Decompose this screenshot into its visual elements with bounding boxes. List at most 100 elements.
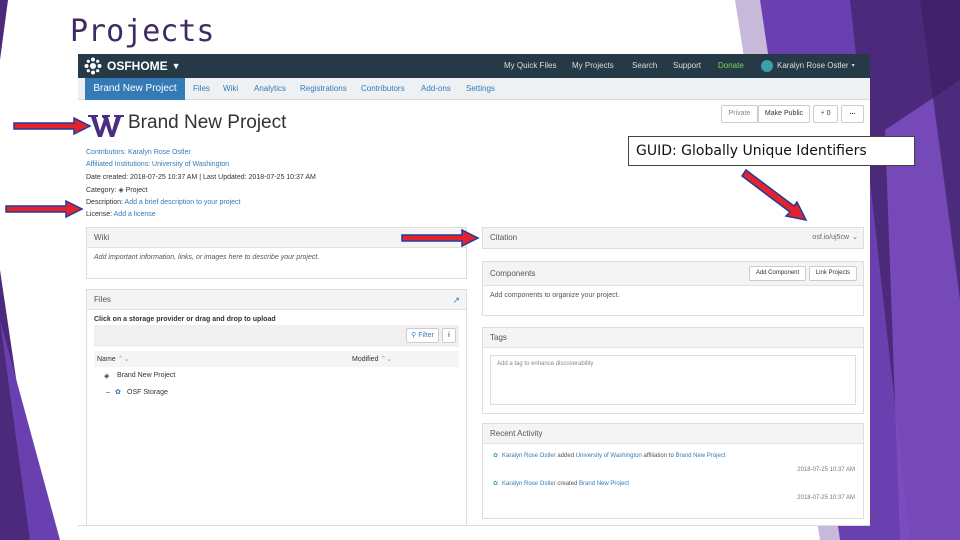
nav-my-projects[interactable]: My Projects bbox=[572, 54, 614, 78]
user-name: Karalyn Rose Ostler bbox=[777, 61, 849, 70]
components-panel: Components Add Component Link Projects A… bbox=[482, 261, 864, 316]
file-row-label: OSF Storage bbox=[127, 389, 168, 396]
activity-text: Karalyn Rose Ostler added University of … bbox=[502, 453, 726, 459]
uw-logo-icon bbox=[88, 115, 124, 137]
arrow-to-citation-icon bbox=[401, 229, 480, 247]
user-menu[interactable]: Karalyn Rose Ostler ▾ bbox=[761, 54, 855, 78]
activity-object-link[interactable]: Brand New Project bbox=[579, 481, 629, 487]
category-label: Category: bbox=[86, 187, 117, 194]
file-row[interactable]: – ✿ OSF Storage bbox=[94, 384, 459, 401]
category-value: Project bbox=[125, 187, 148, 194]
nav-search[interactable]: Search bbox=[632, 54, 657, 78]
files-table-header: Name ⌃⌄ Modified ⌃⌄ bbox=[94, 351, 459, 367]
tab-settings[interactable]: Settings bbox=[466, 78, 495, 100]
avatar bbox=[761, 60, 773, 72]
private-button[interactable]: Private bbox=[721, 105, 758, 123]
cube-icon: ◈ bbox=[104, 373, 110, 380]
filter-button[interactable]: ⚲ Filter bbox=[406, 328, 439, 343]
institutions-line: Affiliated Institutions: University of W… bbox=[86, 161, 229, 168]
citation-title: Citation bbox=[490, 233, 518, 242]
license-label: License: bbox=[86, 211, 113, 218]
top-navbar: OSFHOME ▼ My Quick Files My Projects Sea… bbox=[78, 54, 870, 78]
external-link-icon[interactable]: ↗ bbox=[452, 290, 460, 310]
license-line: License: Add a license bbox=[86, 211, 156, 218]
link-projects-button[interactable]: Link Projects bbox=[809, 266, 857, 281]
sort-icon: ⌃⌄ bbox=[380, 356, 393, 363]
tab-contributors[interactable]: Contributors bbox=[361, 78, 405, 100]
more-options-button[interactable]: ... bbox=[841, 105, 864, 123]
osf-home-logo[interactable]: OSFHOME ▼ bbox=[84, 57, 181, 75]
tab-wiki[interactable]: Wiki bbox=[223, 78, 238, 100]
tab-project-home[interactable]: Brand New Project bbox=[85, 78, 185, 100]
arrow-to-guid-icon bbox=[740, 168, 808, 222]
tab-files[interactable]: Files bbox=[193, 78, 210, 100]
file-row-label: Brand New Project bbox=[117, 372, 176, 379]
caret-down-icon: ▾ bbox=[851, 63, 855, 69]
description-label: Description: bbox=[86, 199, 123, 206]
dates-line: Date created: 2018-07-25 10:37 AM | Last… bbox=[86, 174, 316, 181]
tab-analytics[interactable]: Analytics bbox=[254, 78, 286, 100]
activity-item: ✿ Karalyn Rose Ostler added University o… bbox=[483, 444, 863, 480]
avatar-icon: ✿ bbox=[493, 453, 499, 459]
project-title: Brand New Project bbox=[128, 112, 287, 133]
institution-link[interactable]: University of Washington bbox=[152, 161, 229, 168]
files-toolbar: ⚲ Filter i bbox=[94, 325, 459, 347]
tab-addons[interactable]: Add-ons bbox=[421, 78, 451, 100]
tags-title: Tags bbox=[483, 328, 863, 348]
tags-panel: Tags Add a tag to enhance discoverabilit… bbox=[482, 327, 864, 414]
contributor-link[interactable]: Karalyn Rose Ostler bbox=[128, 149, 191, 156]
wiki-panel-body[interactable]: Add important information, links, or ima… bbox=[87, 248, 466, 267]
files-panel-header: Files ↗ bbox=[87, 290, 466, 310]
arrow-to-title-icon bbox=[13, 117, 92, 135]
citation-link[interactable]: osf.io/uj5cw bbox=[812, 228, 849, 248]
institutions-label: Affiliated Institutions: bbox=[86, 161, 151, 168]
guid-annotation: GUID: Globally Unique Identifiers bbox=[628, 136, 915, 166]
file-row[interactable]: ◈ Brand New Project bbox=[94, 367, 459, 384]
sort-icon: ⌃⌄ bbox=[117, 356, 130, 363]
nav-support[interactable]: Support bbox=[673, 54, 701, 78]
info-button[interactable]: i bbox=[442, 328, 456, 343]
contributors-label: Contributors: bbox=[86, 149, 127, 156]
activity-time: 2018-07-25 10:37 AM bbox=[797, 467, 855, 473]
files-upload-hint: Click on a storage provider or drag and … bbox=[94, 316, 276, 323]
files-panel: Files ↗ Click on a storage provider or d… bbox=[86, 289, 467, 525]
license-edit-link[interactable]: Add a license bbox=[114, 211, 156, 218]
activity-title: Recent Activity bbox=[483, 424, 863, 444]
category-line: Category: ◈ Project bbox=[86, 186, 147, 194]
activity-text: Karalyn Rose Ostler created Brand New Pr… bbox=[502, 481, 630, 487]
avatar-icon: ✿ bbox=[493, 481, 499, 487]
brand-name: OSFHOME bbox=[107, 59, 168, 73]
project-subnav: Brand New Project Files Wiki Analytics R… bbox=[78, 78, 870, 100]
col-name[interactable]: Name ⌃⌄ bbox=[97, 355, 129, 363]
arrow-to-metadata-icon bbox=[5, 200, 84, 218]
caret-down-icon[interactable]: ▼ bbox=[172, 61, 181, 71]
activity-time: 2018-07-25 10:37 AM bbox=[797, 495, 855, 501]
cube-icon: ◈ bbox=[118, 187, 124, 194]
nav-my-quick-files[interactable]: My Quick Files bbox=[504, 54, 556, 78]
citation-panel[interactable]: Citation osf.io/uj5cw ⌄ bbox=[482, 227, 864, 249]
tags-input[interactable]: Add a tag to enhance discoverability bbox=[490, 355, 856, 405]
add-component-button[interactable]: Add Component bbox=[749, 266, 806, 281]
collapse-icon[interactable]: – bbox=[106, 389, 110, 396]
col-modified[interactable]: Modified ⌃⌄ bbox=[352, 355, 392, 363]
activity-actor-link[interactable]: Karalyn Rose Ostler bbox=[502, 453, 556, 459]
osf-logo-icon bbox=[84, 57, 102, 75]
files-panel-title: Files bbox=[94, 295, 111, 304]
chevron-down-icon[interactable]: ⌄ bbox=[852, 228, 858, 248]
description-edit-link[interactable]: Add a brief description to your project bbox=[125, 199, 241, 206]
activity-panel: Recent Activity ✿ Karalyn Rose Ostler ad… bbox=[482, 423, 864, 519]
slide: Projects OSFHOME ▼ My Quick Files My Pro… bbox=[0, 0, 960, 540]
activity-object-link[interactable]: University of Washington bbox=[576, 453, 642, 459]
make-public-button[interactable]: Make Public bbox=[758, 105, 810, 123]
components-body: Add components to organize your project. bbox=[490, 292, 620, 299]
nav-donate[interactable]: Donate bbox=[718, 54, 744, 78]
activity-object-link[interactable]: Brand New Project bbox=[675, 453, 725, 459]
fork-button[interactable]: ⑂ 0 bbox=[813, 105, 838, 123]
contributors-line: Contributors: Karalyn Rose Ostler bbox=[86, 149, 191, 156]
components-title: Components bbox=[490, 269, 536, 278]
storage-icon: ✿ bbox=[115, 389, 121, 396]
fork-count: 0 bbox=[826, 110, 831, 117]
tab-registrations[interactable]: Registrations bbox=[300, 78, 347, 100]
activity-item: ✿ Karalyn Rose Ostler created Brand New … bbox=[483, 480, 863, 516]
activity-actor-link[interactable]: Karalyn Rose Ostler bbox=[502, 481, 556, 487]
